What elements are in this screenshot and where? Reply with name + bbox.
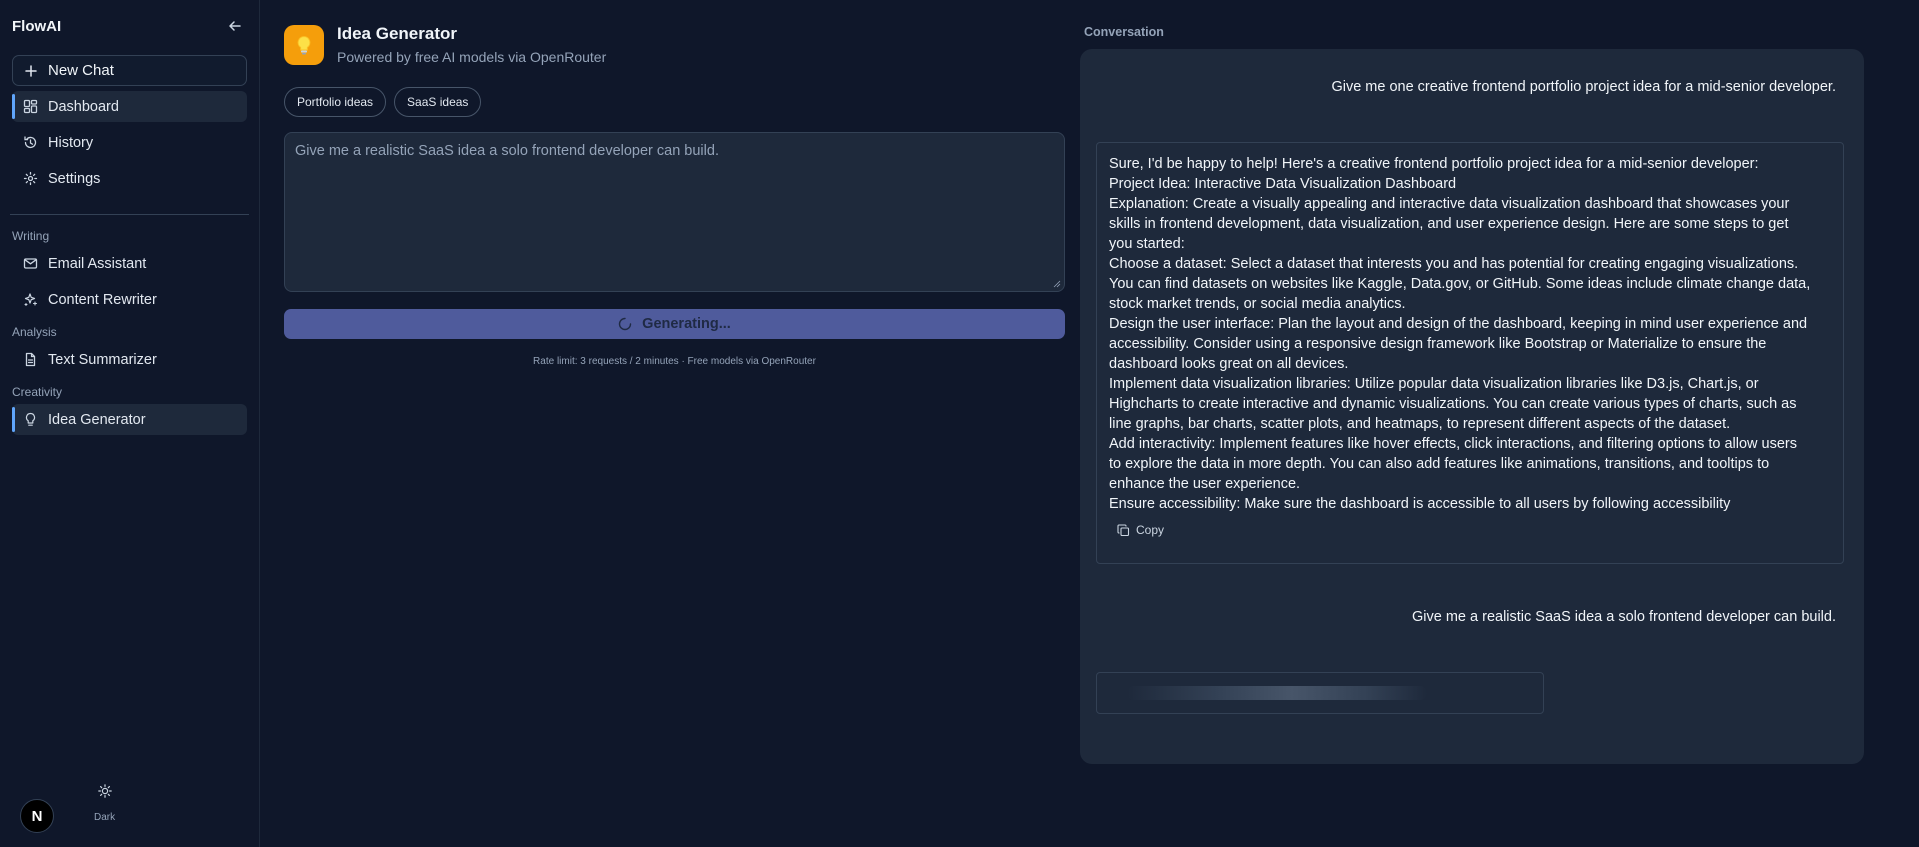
mail-icon [22,256,38,272]
chip-saas-ideas[interactable]: SaaS ideas [394,87,482,117]
conversation-section: Conversation Give me one creative fronte… [1080,0,1919,847]
message-line: enhance the user experience. [1109,476,1301,492]
sun-icon [97,784,112,803]
message-line: Explanation: Create a visually appealing… [1109,196,1790,212]
section-label-analysis: Analysis [12,325,57,339]
message-line: accessibility. Consider using a responsi… [1109,336,1767,352]
message-line: Design the user interface: Plan the layo… [1109,316,1808,332]
assistant-loading-placeholder [1096,672,1544,714]
app-root: FlowAI New Chat Dashboard History Settin… [0,0,1919,847]
prompt-text: Give me a realistic SaaS idea a solo fro… [295,143,719,159]
document-icon [22,352,38,368]
gear-icon [22,171,38,187]
sidebar-item-history[interactable]: History [12,127,247,158]
copy-button[interactable]: Copy [1117,523,1164,537]
history-icon [22,135,38,151]
sidebar-item-settings[interactable]: Settings [12,163,247,194]
page-subtitle: Powered by free AI models via OpenRouter [337,49,607,65]
lightbulb-icon [22,412,38,428]
message-line: line graphs, bar charts, scatter plots, … [1109,416,1731,432]
message-line: Highcharts to create interactive and dyn… [1109,396,1797,412]
sparkles-icon [22,292,38,308]
rate-limit-note: Rate limit: 3 requests / 2 minutes · Fre… [533,356,816,367]
sidebar-item-label: Email Assistant [48,255,147,272]
message-line: dashboard looks great on all devices. [1109,356,1349,372]
arrow-left-icon [229,21,241,31]
message-line: you started: [1109,236,1185,252]
theme-label: Dark [94,812,116,823]
tool-header: Idea Generator Powered by free AI models… [284,24,1060,65]
sidebar-item-label: Dashboard [48,98,119,115]
chip-portfolio-ideas[interactable]: Portfolio ideas [284,87,387,117]
message-line: Sure, I'd be happy to help! Here's a cre… [1109,156,1759,172]
message-line: skills in frontend development, data vis… [1109,216,1789,232]
message-line: You can find datasets on websites like K… [1109,276,1811,292]
message-line: stock market trends, or social media ana… [1109,296,1406,312]
prompt-input[interactable]: Give me a realistic SaaS idea a solo fro… [284,132,1065,292]
sidebar-item-content-rewriter[interactable]: Content Rewriter [12,284,247,315]
sidebar: FlowAI New Chat Dashboard History Settin… [0,0,260,847]
avatar[interactable]: N [20,799,54,833]
resize-handle-icon[interactable] [1053,280,1061,288]
message-line: Project Idea: Interactive Data Visualiza… [1109,176,1457,192]
user-message: Give me one creative frontend portfolio … [1331,79,1836,95]
sidebar-item-text-summarizer[interactable]: Text Summarizer [12,344,247,375]
theme-toggle[interactable]: Dark [94,784,115,823]
message-line: Implement data visualization libraries: … [1109,376,1759,392]
new-chat-label: New Chat [48,62,114,79]
brand-name: FlowAI [12,17,62,35]
collapse-sidebar-button[interactable] [223,14,247,38]
message-line: to explore the data in more depth. You c… [1109,456,1770,472]
sidebar-item-label: Text Summarizer [48,351,157,368]
message-line: Choose a dataset: Select a dataset that … [1109,256,1799,272]
user-message: Give me a realistic SaaS idea a solo fro… [1412,609,1836,625]
tool-logo [284,24,324,65]
suggestion-chips: Portfolio ideas SaaS ideas [284,87,1060,117]
new-chat-button[interactable]: New Chat [12,55,247,86]
sidebar-item-idea-generator[interactable]: Idea Generator [12,404,247,435]
spinner-icon [619,317,632,331]
loading-shimmer [1127,686,1427,700]
section-label-creativity: Creativity [12,385,63,399]
tool-heading: Idea Generator Powered by free AI models… [337,24,606,65]
sidebar-item-email-assistant[interactable]: Email Assistant [12,248,247,279]
sidebar-item-label: Settings [48,170,101,187]
sidebar-item-dashboard[interactable]: Dashboard [12,91,247,122]
section-label-writing: Writing [12,229,50,243]
sidebar-item-label: Content Rewriter [48,291,157,308]
assistant-message: Sure, I'd be happy to help! Here's a cre… [1096,142,1844,564]
conversation-title: Conversation [1084,25,1164,39]
message-line: Ensure accessibility: Make sure the dash… [1109,496,1731,512]
sidebar-item-label: Idea Generator [48,411,146,428]
brand-row: FlowAI [12,0,247,52]
page-title: Idea Generator [337,24,457,43]
lightbulb-icon [297,35,311,54]
tool-panel: Idea Generator Powered by free AI models… [260,0,1080,847]
sidebar-item-label: History [48,134,94,151]
grid-icon [22,99,38,115]
conversation-panel[interactable]: Give me one creative frontend portfolio … [1080,49,1864,764]
sidebar-divider [10,214,249,215]
copy-label: Copy [1136,523,1165,537]
plus-icon [23,63,39,79]
message-line: Add interactivity: Implement features li… [1109,436,1797,452]
sidebar-footer: N Dark [20,784,115,833]
generate-button-label: Generating... [642,316,731,332]
copy-icon [1117,523,1130,536]
generate-button[interactable]: Generating... [284,309,1065,339]
